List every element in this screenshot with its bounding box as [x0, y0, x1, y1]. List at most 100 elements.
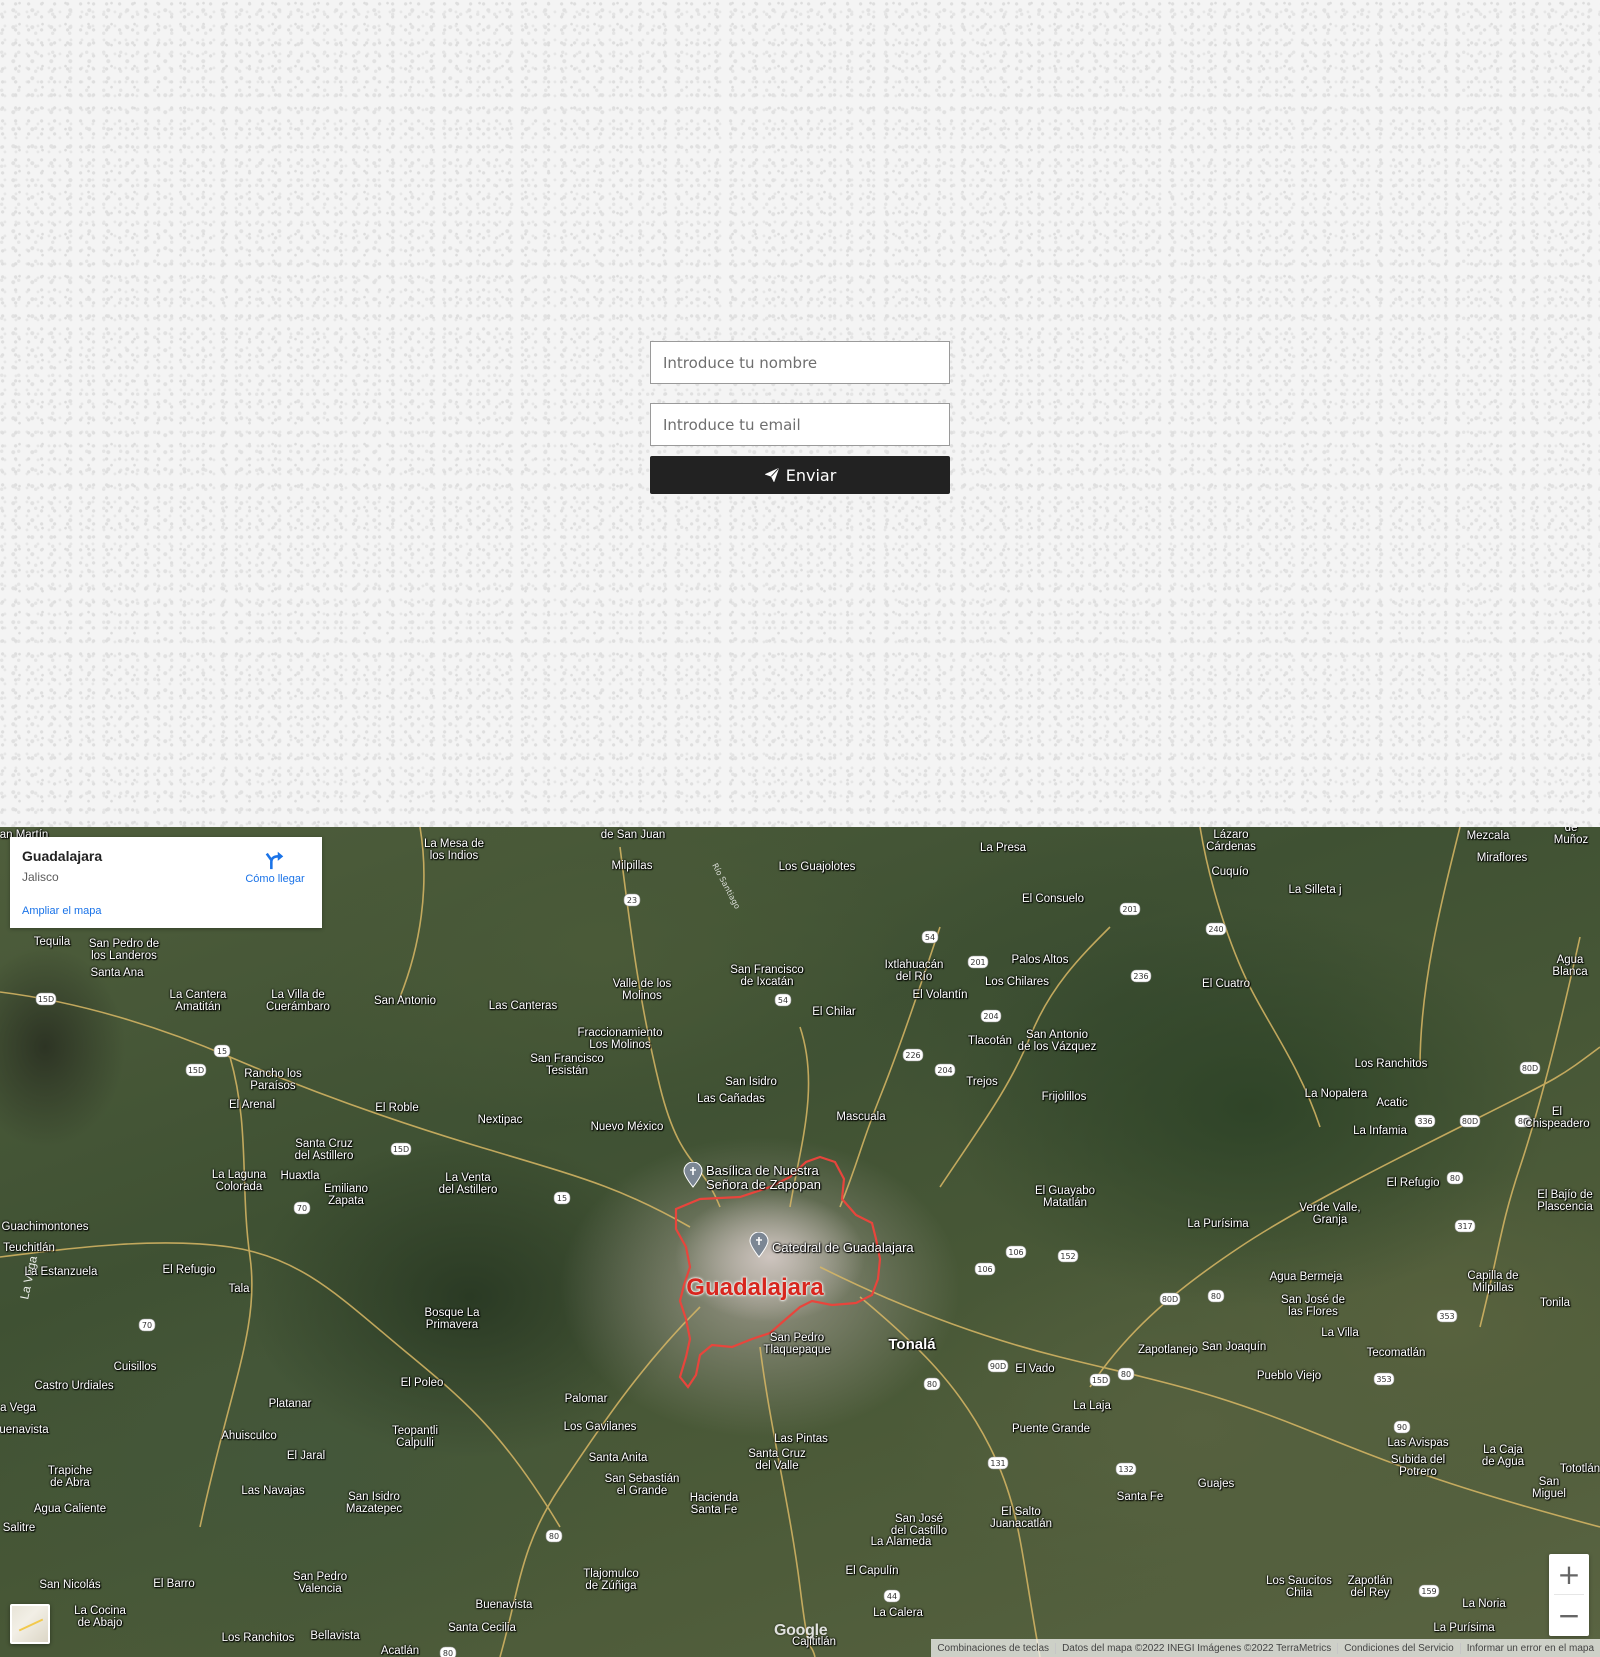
basilica-pin-icon[interactable]: [683, 1161, 703, 1188]
map-label: Lázaro Cárdenas: [1206, 829, 1256, 853]
map-label: La Silleta j: [1288, 884, 1342, 896]
map-label: La Villa: [1321, 1327, 1359, 1339]
map-label: Ixtlahuacán del Río: [884, 959, 944, 983]
map-label: Castro Urdiales: [34, 1380, 114, 1392]
map-label: Teopantli Calpulli: [391, 1425, 439, 1449]
svg-text:80: 80: [549, 1532, 559, 1541]
svg-text:201: 201: [970, 958, 985, 967]
svg-text:15D: 15D: [38, 995, 54, 1004]
svg-text:15D: 15D: [1092, 1376, 1108, 1385]
name-input[interactable]: [650, 341, 950, 384]
map-label: La Nopalera: [1304, 1088, 1368, 1100]
map-city-label: Guadalajara: [686, 1274, 824, 1301]
map-label: El Refugio: [162, 1264, 216, 1276]
map-label: El Refugio: [1386, 1177, 1440, 1189]
keyboard-shortcuts-link[interactable]: Combinaciones de teclas: [931, 1643, 1055, 1654]
map-type-toggle[interactable]: [10, 1604, 50, 1644]
map-label: Trapiche de Abra: [47, 1465, 93, 1489]
catedral-pin-icon[interactable]: [749, 1231, 769, 1258]
map-embed[interactable]: 23 54 201 240 201 236 15D 54 204 15 226 …: [0, 827, 1600, 1657]
map-label: Ahuisculco: [221, 1430, 277, 1442]
map-label: Guajes: [1197, 1478, 1235, 1490]
map-label: La Caja de Agua: [1481, 1444, 1525, 1468]
map-label: Nuevo México: [590, 1121, 664, 1133]
report-error-link[interactable]: Informar un error en el mapa: [1459, 1642, 1600, 1654]
map-label: Santa Ana: [90, 967, 144, 979]
svg-text:80: 80: [927, 1380, 937, 1389]
map-label: Acatlán: [380, 1645, 420, 1657]
svg-text:80D: 80D: [1462, 1117, 1478, 1126]
svg-text:90D: 90D: [990, 1362, 1006, 1371]
zoom-out-button[interactable]: −: [1549, 1595, 1589, 1635]
map-label: La Purísima: [1187, 1218, 1249, 1230]
map-label: La Noria: [1462, 1598, 1506, 1610]
map-label: Puente Grande: [1011, 1423, 1091, 1435]
map-label: Los Chilares: [985, 976, 1049, 988]
map-poi-basilica[interactable]: Basílica de Nuestra Señora de Zapopan: [706, 1164, 821, 1192]
map-poi-catedral[interactable]: Catedral de Guadalajara: [772, 1241, 914, 1255]
place-info-card: Guadalajara Jalisco Ampliar el mapa Cómo…: [10, 837, 322, 928]
map-label: San Pedro de los Landeros: [88, 938, 160, 962]
map-label: uenavista: [0, 1424, 49, 1436]
map-label: La Estanzuela: [24, 1266, 98, 1278]
svg-text:54: 54: [925, 933, 935, 942]
send-button[interactable]: Enviar: [650, 456, 950, 494]
map-label: San José del Castillo: [890, 1513, 948, 1537]
svg-text:44: 44: [887, 1592, 897, 1601]
map-label: La Laja: [1073, 1400, 1111, 1412]
map-label: Las Pintas: [774, 1433, 828, 1445]
svg-text:23: 23: [627, 896, 637, 905]
map-label: Bosque La Primavera: [424, 1307, 480, 1331]
svg-text:80: 80: [1211, 1292, 1221, 1301]
email-input[interactable]: [650, 403, 950, 446]
map-label: San Joaquín: [1201, 1341, 1267, 1353]
map-label: Las Canteras: [488, 1000, 558, 1012]
map-label: a Vega: [0, 1402, 36, 1414]
directions-button[interactable]: Cómo llegar: [232, 849, 318, 885]
map-label: San Isidro Mazatepec: [345, 1491, 403, 1515]
map-label: El Capulín: [845, 1565, 899, 1577]
map-label: Milpillas: [611, 860, 653, 872]
svg-text:15D: 15D: [393, 1145, 409, 1154]
svg-text:70: 70: [297, 1204, 307, 1213]
map-label: Zapotlanejo: [1137, 1344, 1199, 1356]
map-label: El Chispeadero: [1524, 1106, 1590, 1130]
svg-text:54: 54: [778, 996, 788, 1005]
map-label: El Barro: [153, 1578, 195, 1590]
map-label: Platanar: [268, 1398, 312, 1410]
map-label: Santa Cruz del Astillero: [294, 1138, 354, 1162]
map-label: La Laguna Colorada: [211, 1169, 267, 1193]
map-label: San Antonio: [373, 995, 437, 1007]
map-label: Tonila: [1539, 1297, 1571, 1309]
map-label: de San Juan: [600, 829, 666, 841]
zoom-in-button[interactable]: +: [1549, 1554, 1589, 1594]
map-label: El Volantín: [912, 989, 968, 1001]
svg-text:131: 131: [990, 1459, 1005, 1468]
map-label: Palos Altos: [1011, 954, 1069, 966]
map-label: La Cocina de Abajo: [74, 1605, 126, 1629]
terms-link[interactable]: Condiciones del Servicio: [1337, 1642, 1460, 1654]
map-label: La Presa: [979, 842, 1027, 854]
enlarge-map-link[interactable]: Ampliar el mapa: [22, 905, 101, 917]
map-label: Emiliano Zapata: [323, 1183, 369, 1207]
map-label: San Sebastián el Grande: [604, 1473, 680, 1497]
map-label: Los Ranchitos: [1354, 1058, 1428, 1070]
map-label: Miraflores: [1476, 852, 1528, 864]
map-label: San Pedro Tlaquepaque: [763, 1332, 831, 1356]
zoom-control: + −: [1549, 1554, 1589, 1636]
map-label: Las Avispas: [1387, 1437, 1449, 1449]
map-label: Agua Blanca: [1552, 954, 1588, 978]
svg-text:317: 317: [1457, 1222, 1472, 1231]
map-label: Mascuala: [836, 1111, 886, 1123]
svg-text:80D: 80D: [1522, 1064, 1538, 1073]
map-label: Capilla de Milpillas: [1467, 1270, 1519, 1294]
map-label: Tlacotán: [967, 1035, 1013, 1047]
map-label: El Salto Juanacatlán: [989, 1506, 1053, 1530]
map-label: San Nicolás: [39, 1579, 101, 1591]
map-label: Los Saucitos Chila: [1266, 1575, 1332, 1599]
map-label: San Miguel: [1532, 1476, 1566, 1500]
directions-icon: [232, 849, 318, 871]
map-label: San Isidro: [725, 1076, 777, 1088]
map-label: Buenavista: [475, 1599, 533, 1611]
map-label: La Mesa de los Indios: [423, 838, 485, 862]
